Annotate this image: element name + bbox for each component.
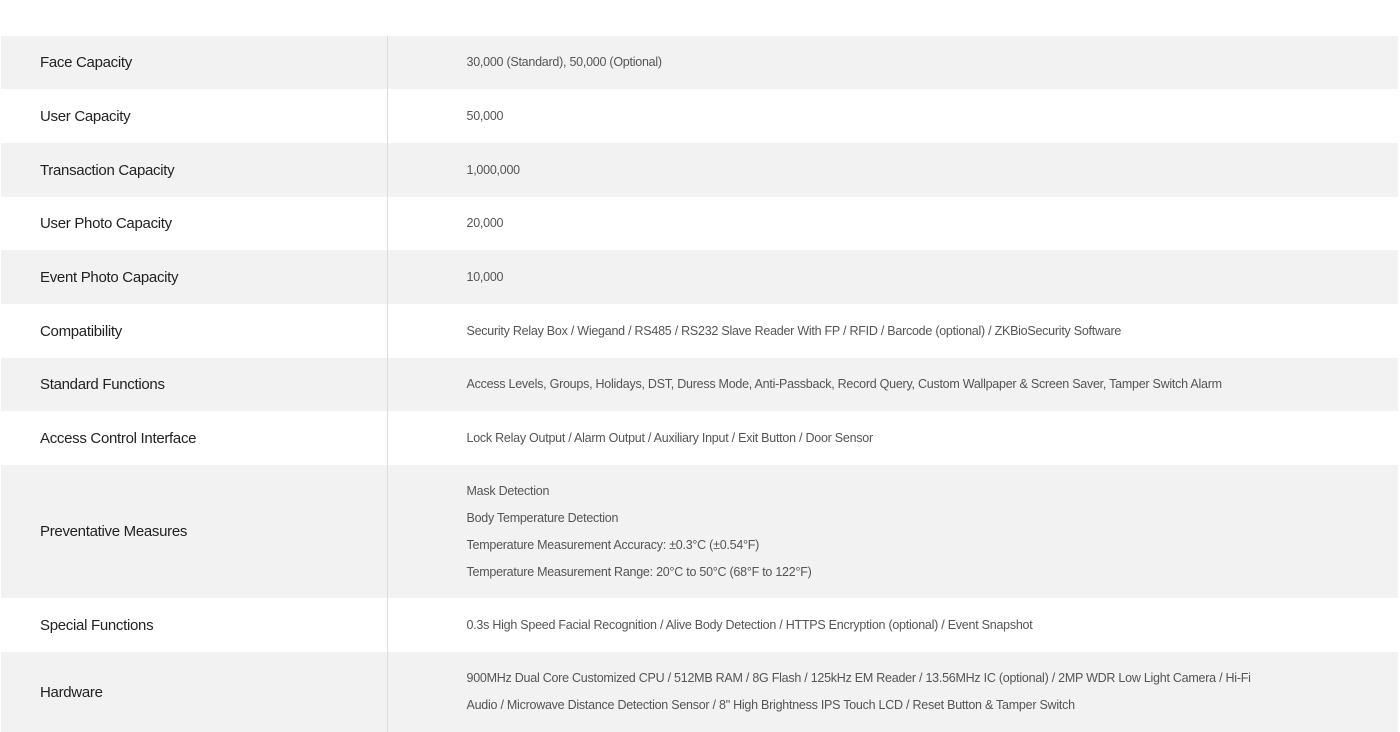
spec-label: Compatibility (1, 304, 388, 358)
spec-label: Hardware (1, 652, 388, 732)
spec-row-transaction-capacity: Transaction Capacity 1,000,000 (1, 143, 1398, 197)
spec-value-line: 50,000 (466, 108, 504, 123)
spec-value-line: Lock Relay Output / Alarm Output / Auxil… (466, 430, 874, 445)
spec-value: 10,000 (387, 250, 1398, 304)
spec-label: Face Capacity (1, 36, 388, 89)
spec-row-special-functions: Special Functions 0.3s High Speed Facial… (1, 598, 1398, 652)
specifications-table: Face Capacity 30,000 (Standard), 50,000 … (1, 36, 1398, 732)
spec-row-event-photo-capacity: Event Photo Capacity 10,000 (1, 250, 1398, 304)
spec-row-user-capacity: User Capacity 50,000 (1, 89, 1398, 143)
spec-row-access-control-interface: Access Control Interface Lock Relay Outp… (1, 411, 1398, 465)
spec-label: Transaction Capacity (1, 143, 388, 197)
spec-label: Access Control Interface (1, 411, 388, 465)
spec-value: 0.3s High Speed Facial Recognition / Ali… (387, 598, 1398, 652)
spec-value-line: 0.3s High Speed Facial Recognition / Ali… (466, 617, 1033, 632)
spec-value-line: Temperature Measurement Range: 20°C to 5… (466, 564, 812, 579)
spec-value-line: 20,000 (466, 216, 504, 230)
spec-value-line: Mask Detection (466, 483, 550, 498)
spec-value: 1,000,000 (387, 143, 1398, 197)
spec-value: Access Levels, Groups, Holidays, DST, Du… (387, 358, 1398, 411)
spec-row-hardware: Hardware 900MHz Dual Core Customized CPU… (1, 652, 1398, 732)
spec-value-line: Body Temperature Detection (466, 510, 619, 525)
spec-row-user-photo-capacity: User Photo Capacity 20,000 (1, 197, 1398, 250)
spec-row-compatibility: Compatibility Security Relay Box / Wiega… (1, 304, 1398, 358)
spec-value-line: 900MHz Dual Core Customized CPU / 512MB … (466, 671, 1251, 685)
spec-label: User Photo Capacity (1, 197, 388, 250)
spec-value-line: Security Relay Box / Wiegand / RS485 / R… (466, 323, 1122, 338)
spec-value: 50,000 (387, 89, 1398, 143)
spec-row-preventative-measures: Preventative Measures Mask Detection Bod… (1, 465, 1398, 598)
spec-value-line: Audio / Microwave Distance Detection Sen… (466, 698, 1076, 712)
spec-value: 30,000 (Standard), 50,000 (Optional) (387, 36, 1398, 89)
spec-label: Event Photo Capacity (1, 250, 388, 304)
spec-label: User Capacity (1, 89, 388, 143)
spec-value: Mask Detection Body Temperature Detectio… (387, 465, 1398, 598)
spec-value: 20,000 (387, 197, 1398, 250)
spec-label: Standard Functions (1, 358, 388, 411)
spec-value: Security Relay Box / Wiegand / RS485 / R… (387, 304, 1398, 358)
spec-row-standard-functions: Standard Functions Access Levels, Groups… (1, 358, 1398, 411)
spec-label: Special Functions (1, 598, 388, 652)
spec-value: 900MHz Dual Core Customized CPU / 512MB … (387, 652, 1398, 732)
spec-value-line: Access Levels, Groups, Holidays, DST, Du… (466, 377, 1223, 391)
spec-value-line: Temperature Measurement Accuracy: ±0.3°C… (466, 537, 760, 552)
spec-label: Preventative Measures (1, 465, 388, 598)
spec-row-face-capacity: Face Capacity 30,000 (Standard), 50,000 … (1, 36, 1398, 89)
spec-value-line: 30,000 (Standard), 50,000 (Optional) (466, 55, 663, 69)
spec-value-line: 10,000 (466, 269, 504, 284)
spec-value: Lock Relay Output / Alarm Output / Auxil… (387, 411, 1398, 465)
spec-value-line: 1,000,000 (466, 162, 521, 177)
